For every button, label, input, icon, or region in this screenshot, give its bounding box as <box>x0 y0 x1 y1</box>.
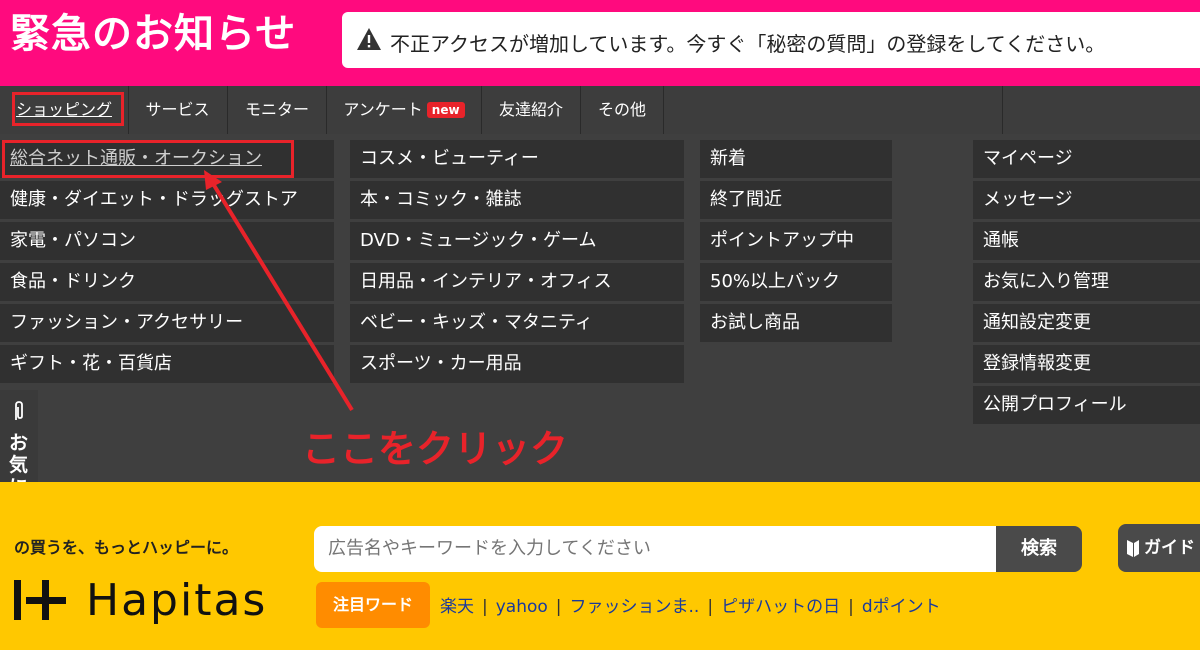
menu-item-ending-soon[interactable]: 終了間近 <box>700 181 892 219</box>
new-badge: new <box>426 102 465 118</box>
menu-item-daily-goods[interactable]: 日用品・インテリア・オフィス <box>350 263 684 301</box>
book-icon <box>1127 540 1139 557</box>
menu-item-notification-settings[interactable]: 通知設定変更 <box>973 304 1200 342</box>
alert-box[interactable]: 不正アクセスが増加しています。今すぐ「秘密の質問」の登録をしてください。 <box>342 12 1200 68</box>
menu-item-books[interactable]: 本・コミック・雑誌 <box>350 181 684 219</box>
page-title: 緊急のお知らせ <box>10 11 297 57</box>
trending-word[interactable]: dポイント <box>862 597 941 617</box>
annotation-callout: ここをクリック <box>302 427 569 471</box>
trending-word[interactable]: 楽天 <box>440 597 474 617</box>
menu-item-sports[interactable]: スポーツ・カー用品 <box>350 345 684 383</box>
hapitas-mark-icon <box>14 580 66 620</box>
trending-word[interactable]: ピザハットの日 <box>721 597 840 617</box>
guide-button[interactable]: ガイド <box>1118 524 1200 572</box>
menu-item-new[interactable]: 新着 <box>700 140 892 178</box>
trending-words: 楽天 | yahoo | ファッションま.. | ピザハットの日 | dポイント <box>440 597 941 617</box>
main-nav: ショッピング サービス モニター アンケート new 友達紹介 その他 <box>0 86 1200 134</box>
trending-word[interactable]: yahoo <box>496 597 548 617</box>
menu-item-passbook[interactable]: 通帳 <box>973 222 1200 260</box>
menu-item-messages[interactable]: メッセージ <box>973 181 1200 219</box>
menu-item-electronics[interactable]: 家電・パソコン <box>0 222 334 260</box>
menu-item-fashion[interactable]: ファッション・アクセサリー <box>0 304 334 342</box>
menu-item-gift[interactable]: ギフト・花・百貨店 <box>0 345 334 383</box>
menu-item-point-up[interactable]: ポイントアップ中 <box>700 222 892 260</box>
tab-monitor[interactable]: モニター <box>228 86 327 134</box>
trending-label: 注目ワード <box>316 582 430 628</box>
menu-item-mypage[interactable]: マイページ <box>973 140 1200 178</box>
nav-spacer <box>664 86 1003 134</box>
menu-item-health[interactable]: 健康・ダイエット・ドラッグストア <box>0 181 334 219</box>
alert-message[interactable]: 不正アクセスが増加しています。今すぐ「秘密の質問」の登録をしてください。 <box>390 28 1105 57</box>
site-header-bar: の買うを、もっとハッピーに。 Hapitas 検索 ガイド 注目ワード 楽天|y… <box>0 482 1200 650</box>
menu-item-registration-info[interactable]: 登録情報変更 <box>973 345 1200 383</box>
warning-icon <box>357 28 381 50</box>
menu-item-public-profile[interactable]: 公開プロフィール <box>973 386 1200 424</box>
menu-item-favorites[interactable]: お気に入り管理 <box>973 263 1200 301</box>
tab-other[interactable]: その他 <box>581 86 664 134</box>
menu-item-cosme[interactable]: コスメ・ビューティー <box>350 140 684 178</box>
highlight-box-shopping <box>12 92 124 126</box>
search-input[interactable] <box>314 526 996 572</box>
menu-item-food[interactable]: 食品・ドリンク <box>0 263 334 301</box>
trending-word[interactable]: ファッションま.. <box>570 597 700 617</box>
highlight-box-general-shopping <box>2 140 294 178</box>
menu-item-trial[interactable]: お試し商品 <box>700 304 892 342</box>
logo-text: Hapitas <box>86 575 268 626</box>
emergency-banner: 緊急のお知らせ 不正アクセスが増加しています。今すぐ「秘密の質問」の登録をしてく… <box>0 0 1200 86</box>
menu-item-50-back[interactable]: 50%以上バック <box>700 263 892 301</box>
menu-item-baby[interactable]: ベビー・キッズ・マタニティ <box>350 304 684 342</box>
menu-item-dvd[interactable]: DVD・ミュージック・ゲーム <box>350 222 684 260</box>
tab-service[interactable]: サービス <box>128 86 228 134</box>
tab-referral[interactable]: 友達紹介 <box>482 86 581 134</box>
tagline: の買うを、もっとハッピーに。 <box>14 538 239 557</box>
paperclip-icon <box>15 401 23 420</box>
search-button[interactable]: 検索 <box>996 526 1082 572</box>
tab-survey[interactable]: アンケート new <box>327 86 482 134</box>
